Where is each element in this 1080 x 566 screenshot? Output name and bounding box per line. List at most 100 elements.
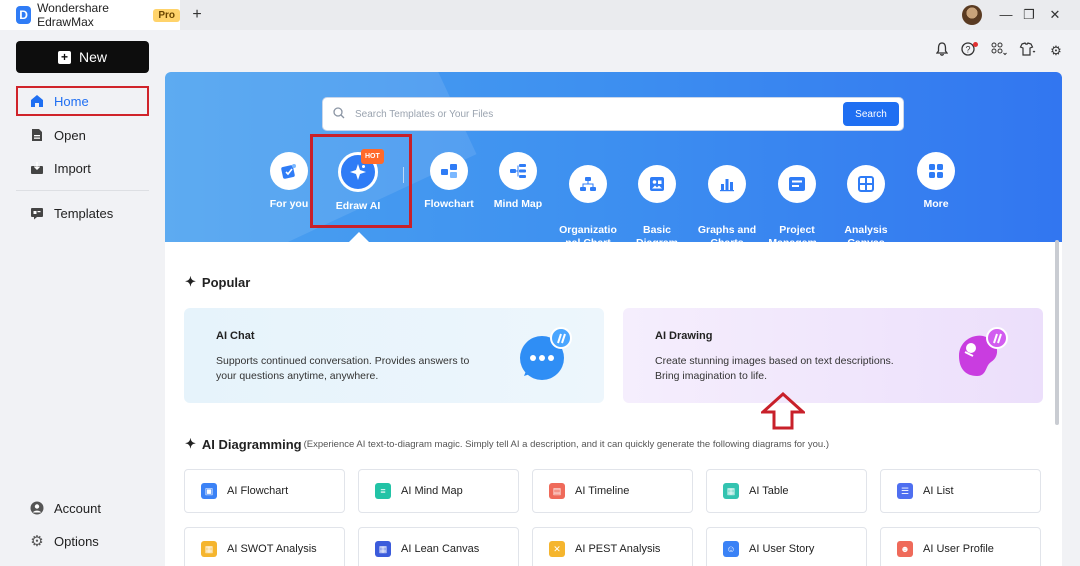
card-title: AI Chat (216, 330, 255, 342)
category-project-management[interactable]: Project Managem... (762, 152, 832, 250)
scrollbar[interactable] (1055, 240, 1059, 425)
app-tab[interactable]: D Wondershare EdrawMax Pro (0, 0, 180, 30)
card-desc: Create stunning images based on text des… (655, 355, 894, 382)
banner: Search For you HOT Edraw AI Flowchart (165, 72, 1062, 249)
ai-mind-map-button[interactable]: ≡ AI Mind Map (358, 469, 519, 513)
ai-item-label: AI Table (749, 485, 789, 497)
sidebar-item-label: Import (54, 160, 91, 176)
templates-icon (30, 206, 44, 220)
table-icon: ▦ (723, 483, 739, 499)
category-basic-diagram[interactable]: Basic Diagram (622, 152, 692, 250)
ai-user-story-button[interactable]: ☺ AI User Story (706, 527, 867, 566)
chat-bubble-icon (514, 326, 574, 386)
new-button-label: New (78, 49, 107, 65)
ai-flowchart-button[interactable]: ▣ AI Flowchart (184, 469, 345, 513)
sidebar: + New Home Open Import Templates Account… (0, 30, 165, 566)
new-button[interactable]: + New (16, 41, 149, 73)
sidebar-item-templates[interactable]: Templates (16, 198, 149, 228)
org-chart-icon (569, 165, 607, 203)
category-organizational-chart[interactable]: Organizatio nal Chart (553, 152, 623, 250)
category-label: For you (269, 198, 309, 210)
search-button[interactable]: Search (843, 102, 899, 126)
category-flowchart[interactable]: Flowchart (414, 152, 484, 211)
swot-icon: ▦ (201, 541, 217, 557)
user-profile-icon: ☻ (897, 541, 913, 557)
shirt-icon[interactable] (1016, 42, 1038, 60)
gear-icon: ⚙ (30, 533, 44, 550)
minimize-button[interactable]: — (995, 4, 1017, 26)
user-story-icon: ☺ (723, 541, 739, 557)
ai-list-button[interactable]: ☰ AI List (880, 469, 1041, 513)
ai-item-label: AI Mind Map (401, 485, 463, 497)
ai-pest-analysis-button[interactable]: ✕ AI PEST Analysis (532, 527, 693, 566)
category-label: Flowchart (424, 198, 474, 210)
ai-item-label: AI List (923, 485, 954, 497)
category-analysis-canvas[interactable]: Analysis Canvas (831, 152, 901, 250)
settings-icon[interactable]: ⚙ (1047, 42, 1065, 60)
category-graphs-and-charts[interactable]: Graphs and Charts (692, 152, 762, 250)
up-arrow-annotation (761, 392, 805, 430)
sidebar-item-account[interactable]: Account (16, 493, 149, 523)
sidebar-item-label: Templates (54, 205, 114, 221)
apps-icon[interactable] (988, 42, 1010, 60)
list-icon: ☰ (897, 483, 913, 499)
svg-text:?: ? (965, 45, 970, 55)
ai-user-profile-button[interactable]: ☻ AI User Profile (880, 527, 1041, 566)
sidebar-item-import[interactable]: Import (16, 153, 149, 183)
ai-swot-analysis-button[interactable]: ▦ AI SWOT Analysis (184, 527, 345, 566)
home-icon (30, 94, 44, 108)
category-label: Analysis Canvas (844, 224, 888, 249)
ai-timeline-button[interactable]: ▤ AI Timeline (532, 469, 693, 513)
ai-item-label: AI PEST Analysis (575, 543, 661, 555)
sidebar-item-label: Home (54, 93, 89, 109)
bell-icon[interactable] (933, 42, 951, 60)
ai-item-label: AI Timeline (575, 485, 630, 497)
ai-item-label: AI User Story (749, 543, 815, 555)
ai-diagramming-subtitle: (Experience AI text-to-diagram magic. Si… (303, 438, 829, 450)
sidebar-item-options[interactable]: ⚙ Options (16, 526, 149, 556)
category-label: Mind Map (493, 198, 543, 210)
ai-diagramming-heading: ✦ AI Diagramming (Experience AI text-to-… (185, 436, 829, 452)
ai-item-label: AI Lean Canvas (401, 543, 480, 555)
sparkle-icon: ✦ (185, 436, 196, 451)
ai-table-button[interactable]: ▦ AI Table (706, 469, 867, 513)
ai-lean-canvas-button[interactable]: ▦ AI Lean Canvas (358, 527, 519, 566)
search-icon (333, 107, 347, 121)
highlight-frame (310, 134, 412, 228)
restore-button[interactable]: ❐ (1018, 4, 1040, 26)
sidebar-item-open[interactable]: Open (16, 120, 149, 150)
category-mind-map[interactable]: Mind Map (483, 152, 553, 211)
timeline-icon: ▤ (549, 483, 565, 499)
file-icon (30, 128, 44, 142)
new-tab-button[interactable]: + (188, 5, 206, 25)
category-more[interactable]: More (901, 152, 971, 211)
analysis-canvas-icon (847, 165, 885, 203)
card-desc: Supports continued conversation. Provide… (216, 355, 470, 382)
popular-title: Popular (201, 274, 251, 290)
sidebar-item-home[interactable]: Home (16, 86, 149, 116)
ai-chat-card[interactable]: AI Chat Supports continued conversation.… (184, 308, 604, 403)
popular-heading: ✦ Popular (185, 274, 250, 290)
ai-diagramming-title: AI Diagramming (201, 436, 302, 452)
close-button[interactable]: ✕ (1044, 4, 1066, 26)
project-management-icon (778, 165, 816, 203)
card-title: AI Drawing (655, 330, 713, 342)
flowchart-icon: ▣ (201, 483, 217, 499)
avatar[interactable] (962, 5, 982, 25)
grid-icon (917, 152, 955, 190)
category-label: More (923, 198, 949, 210)
app-name: Wondershare EdrawMax (37, 1, 109, 29)
sidebar-item-label: Account (54, 500, 101, 516)
pest-icon: ✕ (549, 541, 565, 557)
category-label: Graphs and Charts (697, 224, 757, 249)
search-input[interactable] (355, 108, 835, 120)
mind-map-icon (499, 152, 537, 190)
title-bar: D Wondershare EdrawMax Pro + — ❐ ✕ (0, 0, 1080, 30)
sidebar-item-label: Open (54, 127, 86, 143)
sparkle-icon: ✦ (185, 274, 196, 289)
import-icon (30, 161, 44, 175)
account-icon (30, 501, 44, 515)
ai-drawing-card[interactable]: AI Drawing Create stunning images based … (623, 308, 1043, 403)
edrawmax-logo-icon: D (16, 6, 32, 24)
search-bar: Search (322, 97, 904, 131)
